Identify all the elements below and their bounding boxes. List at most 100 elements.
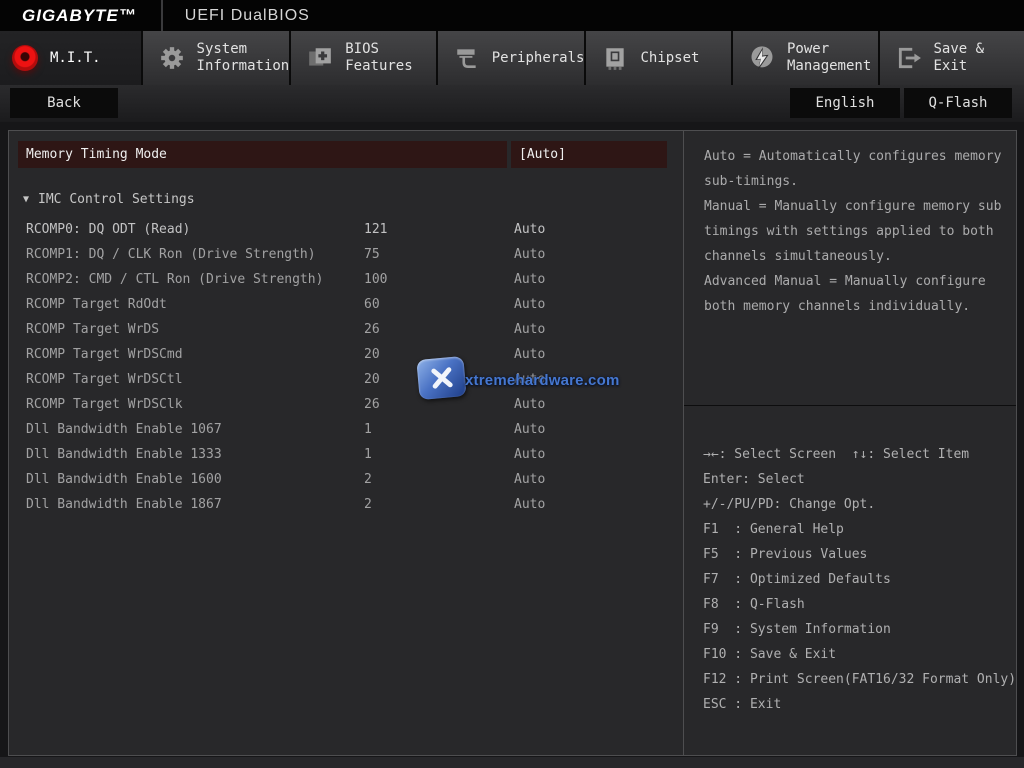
setting-row[interactable]: RCOMP0: DQ ODT (Read) 121 Auto (9, 217, 683, 242)
setting-mode: Auto (514, 292, 545, 317)
help-line: Auto = Automatically configures memory (704, 144, 1008, 169)
setting-mode: Auto (514, 492, 545, 517)
setting-label: RCOMP Target WrDSCmd (26, 342, 183, 367)
setting-row[interactable]: Dll Bandwidth Enable 1333 1 Auto (9, 442, 683, 467)
gigabyte-logo: GIGABYTE™ (0, 6, 161, 26)
setting-mode: Auto (514, 442, 545, 467)
setting-mode: Auto (514, 267, 545, 292)
hotkey-line: Enter: Select (703, 467, 1014, 492)
help-line: Manual = Manually configure memory sub (704, 194, 1008, 219)
setting-row[interactable]: RCOMP Target WrDSCmd 20 Auto (9, 342, 683, 367)
tab-bar: M.I.T. System Information (0, 31, 1024, 85)
help-line: timings with settings applied to both (704, 219, 1008, 244)
hotkey-line: F8 : Q-Flash (703, 592, 1014, 617)
setting-row[interactable]: Dll Bandwidth Enable 1600 2 Auto (9, 467, 683, 492)
setting-row[interactable]: Dll Bandwidth Enable 1067 1 Auto (9, 417, 683, 442)
setting-label: RCOMP1: DQ / CLK Ron (Drive Strength) (26, 242, 316, 267)
setting-value: 2 (364, 467, 372, 492)
setting-value: 20 (364, 367, 380, 392)
tab-label: Chipset (640, 50, 699, 67)
hotkey-line: F10 : Save & Exit (703, 642, 1014, 667)
setting-value: 100 (364, 267, 387, 292)
setting-label: RCOMP Target WrDS (26, 317, 159, 342)
setting-label: RCOMP Target WrDSCtl (26, 367, 183, 392)
tab-label: BIOS Features (345, 41, 412, 75)
section-title: IMC Control Settings (38, 192, 195, 207)
tab-label: Save & Exit (934, 41, 1024, 75)
setting-label: RCOMP Target RdOdt (26, 292, 167, 317)
tab-power-management[interactable]: Power Management (733, 31, 878, 85)
settings-rows: RCOMP0: DQ ODT (Read) 121 Auto RCOMP1: D… (9, 217, 683, 517)
setting-mode: Auto (514, 367, 545, 392)
back-button[interactable]: Back (10, 88, 118, 118)
chipset-icon (600, 43, 630, 73)
tab-system-information[interactable]: System Information (143, 31, 290, 85)
tab-label: Peripherals (492, 50, 585, 67)
setting-label: Dll Bandwidth Enable 1333 (26, 442, 222, 467)
save-exit-icon (894, 43, 924, 73)
setting-row[interactable]: RCOMP Target RdOdt 60 Auto (9, 292, 683, 317)
gear-icon (157, 43, 187, 73)
help-panel-divider (684, 405, 1016, 406)
hotkey-line: →←: Select Screen ↑↓: Select Item (703, 442, 1014, 467)
help-line: Advanced Manual = Manually configure (704, 269, 1008, 294)
imc-section-heading[interactable]: ▼ IMC Control Settings (23, 187, 195, 212)
hotkey-line: F1 : General Help (703, 517, 1014, 542)
tab-save-exit[interactable]: Save & Exit (880, 31, 1024, 85)
settings-panel: Memory Timing Mode [Auto] ▼ IMC Control … (8, 130, 684, 756)
selected-setting-row[interactable]: Memory Timing Mode [Auto] (9, 141, 683, 168)
setting-row[interactable]: RCOMP1: DQ / CLK Ron (Drive Strength) 75… (9, 242, 683, 267)
help-line: channels simultaneously. (704, 244, 1008, 269)
setting-value: 121 (364, 217, 387, 242)
setting-label: RCOMP Target WrDSClk (26, 392, 183, 417)
sub-toolbar: Back English Q-Flash (0, 85, 1024, 122)
setting-value: 1 (364, 442, 372, 467)
setting-row[interactable]: RCOMP Target WrDS 26 Auto (9, 317, 683, 342)
setting-mode: Auto (514, 217, 545, 242)
setting-row[interactable]: Dll Bandwidth Enable 1867 2 Auto (9, 492, 683, 517)
power-icon (747, 43, 777, 73)
setting-value: 26 (364, 317, 380, 342)
tab-bios-features[interactable]: BIOS Features (291, 31, 436, 85)
selected-setting-label: Memory Timing Mode (18, 141, 507, 168)
setting-value: 1 (364, 417, 372, 442)
tab-label: System Information (197, 41, 290, 75)
setting-mode: Auto (514, 417, 545, 442)
setting-mode: Auto (514, 242, 545, 267)
setting-label: Dll Bandwidth Enable 1867 (26, 492, 222, 517)
setting-row[interactable]: RCOMP Target WrDSCtl 20 Auto (9, 367, 683, 392)
top-bar: GIGABYTE™ UEFI DualBIOS (0, 0, 1024, 31)
hotkey-line: F9 : System Information (703, 617, 1014, 642)
tab-peripherals[interactable]: Peripherals (438, 31, 585, 85)
setting-mode: Auto (514, 467, 545, 492)
setting-mode: Auto (514, 392, 545, 417)
hotkey-legend: →←: Select Screen ↑↓: Select ItemEnter: … (703, 442, 1014, 717)
selected-setting-value[interactable]: [Auto] (511, 141, 667, 168)
help-line: both memory channels individually. (704, 294, 1008, 319)
setting-label: RCOMP0: DQ ODT (Read) (26, 217, 190, 242)
tab-mit[interactable]: M.I.T. (0, 31, 141, 85)
tab-label: Power Management (787, 41, 871, 75)
help-text: Auto = Automatically configures memorysu… (704, 144, 1008, 319)
setting-value: 60 (364, 292, 380, 317)
hotkey-line: ESC : Exit (703, 692, 1014, 717)
setting-row[interactable]: RCOMP2: CMD / CTL Ron (Drive Strength) 1… (9, 267, 683, 292)
qflash-button[interactable]: Q-Flash (904, 88, 1012, 118)
bios-features-icon (305, 43, 335, 73)
hotkey-line: F7 : Optimized Defaults (703, 567, 1014, 592)
setting-label: Dll Bandwidth Enable 1600 (26, 467, 222, 492)
language-button[interactable]: English (790, 88, 900, 118)
help-line: sub-timings. (704, 169, 1008, 194)
setting-value: 20 (364, 342, 380, 367)
setting-value: 26 (364, 392, 380, 417)
setting-label: Dll Bandwidth Enable 1067 (26, 417, 222, 442)
red-dot-icon (10, 43, 40, 73)
peripherals-icon (452, 43, 482, 73)
tab-chipset[interactable]: Chipset (586, 31, 731, 85)
hotkey-line: F5 : Previous Values (703, 542, 1014, 567)
setting-mode: Auto (514, 317, 545, 342)
setting-row[interactable]: RCOMP Target WrDSClk 26 Auto (9, 392, 683, 417)
setting-value: 75 (364, 242, 380, 267)
setting-mode: Auto (514, 342, 545, 367)
hotkey-line: F12 : Print Screen(FAT16/32 Format Only) (703, 667, 1014, 692)
